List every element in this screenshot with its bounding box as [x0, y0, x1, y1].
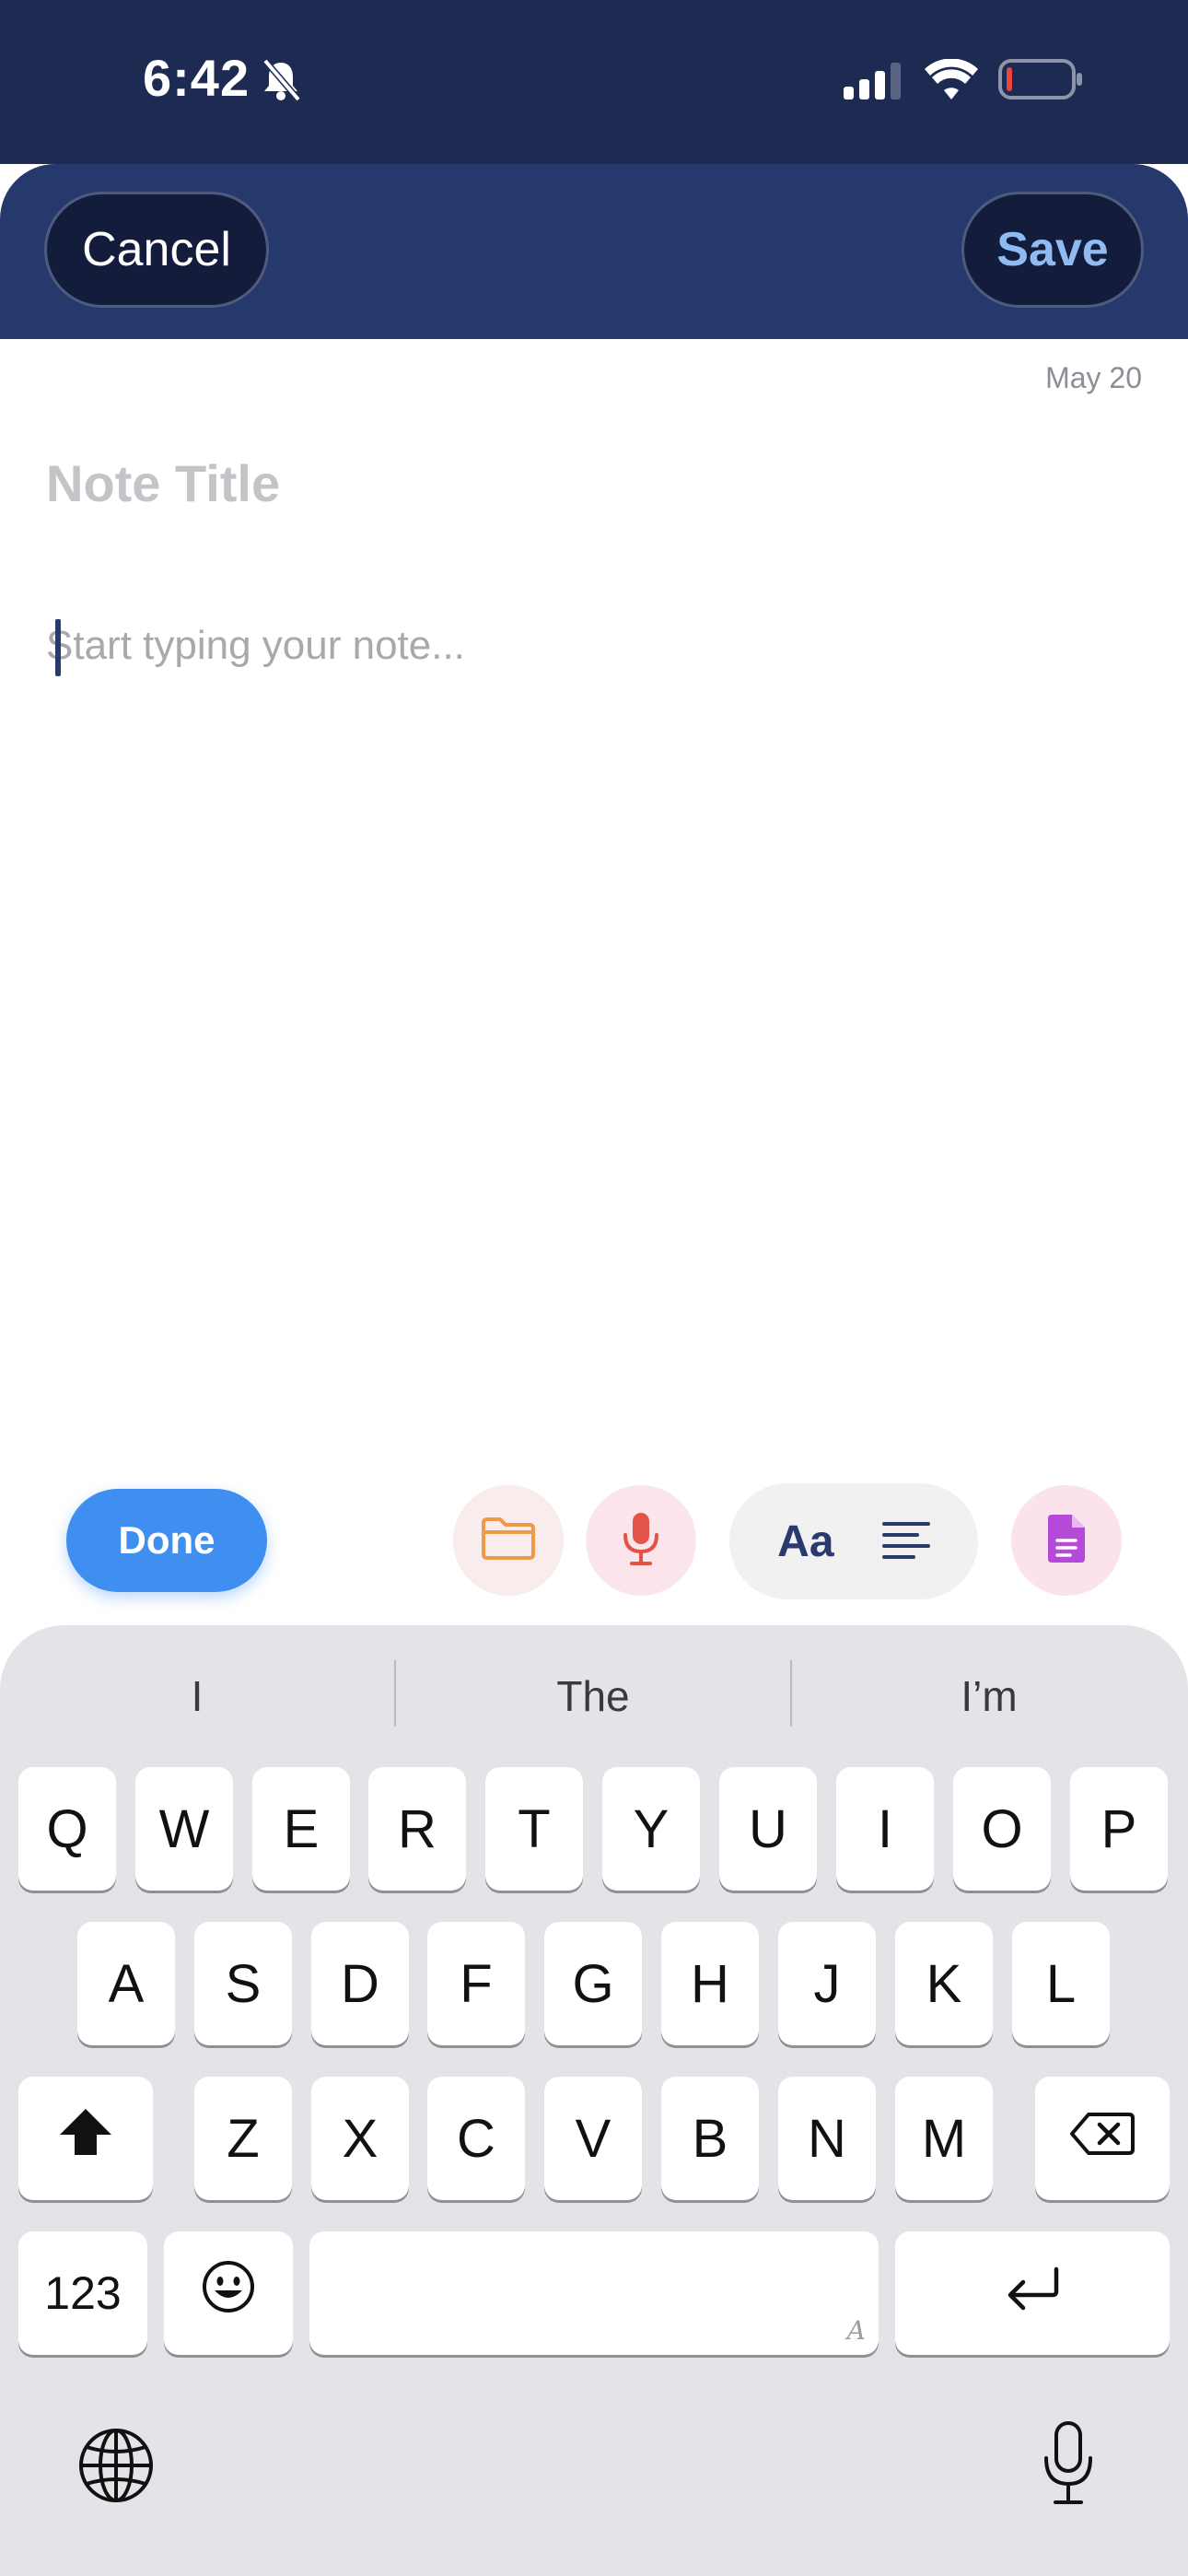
shift-icon: [56, 2105, 115, 2172]
emoji-icon: [201, 2259, 256, 2327]
document-icon: [1046, 1513, 1087, 1569]
note-body-input[interactable]: Start typing your note...: [46, 623, 465, 669]
key-a[interactable]: A: [77, 1922, 175, 2045]
key-u[interactable]: U: [719, 1767, 817, 1891]
suggestion-divider: [394, 1660, 396, 1727]
key-r[interactable]: R: [368, 1767, 466, 1891]
emoji-key[interactable]: [164, 2231, 293, 2355]
key-x[interactable]: X: [311, 2077, 409, 2200]
text-cursor: [55, 619, 61, 676]
numbers-key[interactable]: 123: [18, 2231, 147, 2355]
key-l[interactable]: L: [1012, 1922, 1110, 2045]
key-m[interactable]: M: [895, 2077, 993, 2200]
key-b[interactable]: B: [661, 2077, 759, 2200]
backspace-icon: [1070, 2108, 1135, 2170]
suggestion-1[interactable]: I: [4, 1664, 390, 1728]
align-left-icon[interactable]: [881, 1520, 930, 1563]
key-c[interactable]: C: [427, 2077, 525, 2200]
key-o[interactable]: O: [953, 1767, 1051, 1891]
cellular-signal-icon: [842, 63, 906, 100]
wifi-icon: [925, 58, 978, 100]
key-v[interactable]: V: [544, 2077, 642, 2200]
dictation-microphone-icon[interactable]: [1041, 2421, 1096, 2506]
bell-slash-icon: [260, 57, 302, 103]
done-button[interactable]: Done: [66, 1489, 267, 1592]
note-title-input[interactable]: Note Title: [46, 453, 280, 513]
folder-icon: [480, 1516, 537, 1566]
suggestion-divider: [790, 1660, 792, 1727]
cancel-button[interactable]: Cancel: [44, 192, 269, 308]
status-time: 6:42: [143, 49, 250, 107]
suggestion-3[interactable]: I’m: [796, 1664, 1182, 1728]
key-d[interactable]: D: [311, 1922, 409, 2045]
suggestion-2[interactable]: The: [400, 1664, 786, 1728]
key-y[interactable]: Y: [602, 1767, 700, 1891]
key-p[interactable]: P: [1070, 1767, 1168, 1891]
battery-low-icon: [998, 59, 1083, 100]
key-j[interactable]: J: [778, 1922, 876, 2045]
key-w[interactable]: W: [135, 1767, 233, 1891]
return-icon: [1003, 2263, 1062, 2324]
key-n[interactable]: N: [778, 2077, 876, 2200]
key-g[interactable]: G: [544, 1922, 642, 2045]
key-z[interactable]: Z: [194, 2077, 292, 2200]
note-date: May 20: [1045, 361, 1142, 394]
key-f[interactable]: F: [427, 1922, 525, 2045]
document-button[interactable]: [1011, 1485, 1122, 1596]
key-e[interactable]: E: [252, 1767, 350, 1891]
key-s[interactable]: S: [194, 1922, 292, 2045]
folder-button[interactable]: [453, 1485, 564, 1596]
save-button[interactable]: Save: [961, 192, 1144, 308]
microphone-icon: [621, 1511, 661, 1571]
key-k[interactable]: K: [895, 1922, 993, 2045]
key-t[interactable]: T: [485, 1767, 583, 1891]
key-i[interactable]: I: [836, 1767, 934, 1891]
format-controls: Aa: [729, 1483, 978, 1599]
globe-icon[interactable]: [77, 2427, 155, 2504]
key-h[interactable]: H: [661, 1922, 759, 2045]
key-q[interactable]: Q: [18, 1767, 116, 1891]
shift-key[interactable]: [18, 2077, 153, 2200]
space-key[interactable]: A: [309, 2231, 879, 2355]
voice-note-button[interactable]: [586, 1485, 696, 1596]
space-key-hint: A: [846, 2315, 866, 2346]
text-format-button[interactable]: Aa: [777, 1516, 833, 1567]
return-key[interactable]: [895, 2231, 1170, 2355]
backspace-key[interactable]: [1035, 2077, 1170, 2200]
